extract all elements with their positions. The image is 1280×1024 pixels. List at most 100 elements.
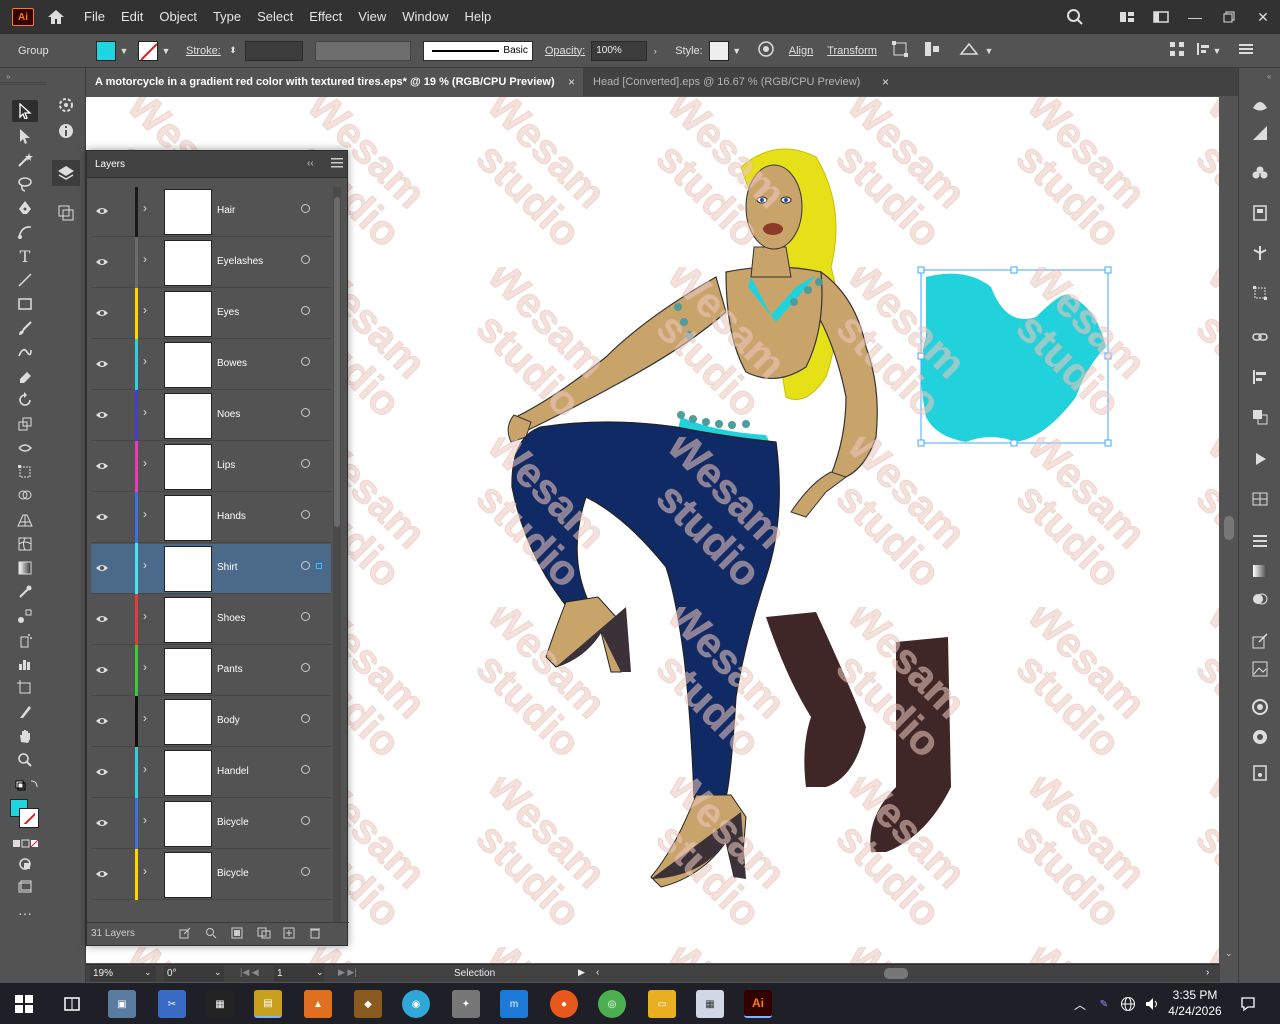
magic-wand-tool-icon[interactable] — [12, 149, 38, 171]
firefox-icon[interactable]: ● — [550, 990, 578, 1018]
pen-tool-icon[interactable] — [12, 197, 38, 219]
panel-menu-icon[interactable] — [1238, 43, 1253, 58]
home-icon[interactable] — [46, 7, 66, 27]
transform-link[interactable]: Transform — [827, 45, 877, 57]
libraries-panel-icon[interactable] — [1247, 200, 1273, 226]
chevron-down-icon[interactable]: ⌄ — [214, 967, 222, 983]
tab-motorcycle-document[interactable]: A motorcycle in a gradient red color wit… — [86, 68, 583, 96]
media-player-icon[interactable]: ◉ — [402, 990, 430, 1018]
selection-tool-icon[interactable] — [12, 100, 38, 122]
target-circle-icon[interactable] — [301, 459, 310, 468]
layers-panel-icon[interactable] — [52, 160, 80, 186]
chevron-right-icon[interactable]: › — [143, 507, 155, 523]
layer-name[interactable]: Eyes — [217, 307, 239, 318]
opacity-field[interactable]: 100% — [591, 40, 648, 61]
visibility-eye-icon[interactable] — [95, 306, 109, 320]
gimp-icon[interactable]: ◆ — [354, 990, 382, 1018]
stroke-panel-icon[interactable] — [1247, 528, 1273, 554]
links-panel-icon[interactable] — [1247, 324, 1273, 350]
free-transform-tool-icon[interactable] — [12, 461, 38, 483]
align-menu-icon[interactable] — [1195, 41, 1211, 60]
status-menu-icon[interactable]: ▶ — [578, 967, 585, 983]
file-explorer-icon[interactable]: ▭ — [648, 990, 676, 1018]
brush-definition-field[interactable]: Basic — [422, 40, 533, 61]
layer-row[interactable]: › Shirt — [91, 543, 331, 594]
artboard-tool-icon[interactable] — [12, 677, 38, 699]
layer-row[interactable]: › Body — [91, 696, 331, 747]
info-icon[interactable] — [54, 120, 78, 142]
stroke-label[interactable]: Stroke: — [186, 45, 221, 57]
search-icon[interactable] — [1058, 0, 1092, 34]
chevron-down-icon[interactable]: ▼ — [731, 45, 743, 57]
stroke-swatch[interactable] — [138, 40, 158, 61]
layer-name[interactable]: Body — [217, 715, 240, 726]
target-circle-icon[interactable] — [301, 306, 310, 315]
new-sublayer-icon[interactable] — [257, 927, 271, 942]
visibility-eye-icon[interactable] — [95, 663, 109, 677]
isolate-icon[interactable] — [959, 40, 981, 61]
symbols-panel-icon[interactable] — [1247, 160, 1273, 186]
rectangle-tool-icon[interactable] — [12, 293, 38, 315]
chevron-down-icon[interactable]: ▼ — [983, 45, 995, 57]
vertical-scrollbar[interactable]: ⌄ — [1220, 96, 1238, 964]
chevron-right-icon[interactable]: › — [143, 609, 155, 625]
task-view-icon[interactable] — [58, 990, 86, 1018]
rotate-tool-icon[interactable] — [12, 389, 38, 411]
layer-name[interactable]: Bowes — [217, 358, 247, 369]
shaper-tool-icon[interactable] — [12, 341, 38, 363]
target-circle-icon[interactable] — [301, 867, 310, 876]
target-circle-icon[interactable] — [301, 255, 310, 264]
mail-app-icon[interactable]: m — [500, 990, 528, 1018]
swatches-panel-icon[interactable] — [1247, 486, 1273, 512]
layer-name[interactable]: Eyelashes — [217, 256, 263, 267]
draw-mode-icon[interactable] — [12, 853, 38, 875]
layer-name[interactable]: Handel — [217, 766, 249, 777]
target-circle-icon[interactable] — [301, 408, 310, 417]
locate-object-icon[interactable] — [205, 927, 217, 942]
chevron-right-icon[interactable]: › — [143, 252, 155, 268]
layer-row[interactable]: › Noes — [91, 390, 331, 441]
lasso-tool-icon[interactable] — [12, 173, 38, 195]
properties-panel-icon[interactable] — [54, 94, 78, 116]
notifications-icon[interactable] — [1234, 990, 1262, 1018]
visibility-eye-icon[interactable] — [95, 459, 109, 473]
photos-app-icon[interactable]: ▣ — [108, 990, 136, 1018]
hand-tool-icon[interactable] — [12, 725, 38, 747]
layer-name[interactable]: Noes — [217, 409, 240, 420]
document-info-icon[interactable] — [1247, 760, 1273, 786]
chevron-down-icon[interactable]: ▼ — [160, 45, 172, 57]
target-circle-icon[interactable] — [301, 204, 310, 213]
appearance-panel-icon[interactable] — [1247, 694, 1273, 720]
color-mode-icons[interactable] — [12, 833, 38, 855]
perspective-grid-tool-icon[interactable] — [12, 509, 38, 531]
fill-color-swatch[interactable] — [96, 40, 116, 61]
chevron-right-icon[interactable]: › — [143, 864, 155, 880]
layer-name[interactable]: Shirt — [217, 562, 238, 573]
chevron-right-icon[interactable]: › — [649, 45, 661, 57]
menu-effect[interactable]: Effect — [301, 0, 350, 34]
chevron-down-icon[interactable]: ▼ — [118, 45, 130, 57]
close-tab-icon[interactable]: × — [882, 68, 889, 96]
close-icon[interactable]: ✕ — [1246, 0, 1280, 34]
chevron-right-icon[interactable]: › — [143, 456, 155, 472]
transform-panel-icon[interactable] — [1247, 280, 1273, 306]
chevron-right-icon[interactable]: › — [143, 711, 155, 727]
export-icon[interactable] — [179, 927, 191, 942]
menu-window[interactable]: Window — [394, 0, 456, 34]
distribute-icon[interactable] — [1169, 41, 1185, 60]
visibility-eye-icon[interactable] — [95, 408, 109, 422]
paint-app-icon[interactable]: ▦ — [696, 990, 724, 1018]
scroll-left-icon[interactable]: ‹ — [596, 967, 599, 983]
target-circle-icon[interactable] — [301, 561, 310, 570]
layer-row[interactable]: › Shoes — [91, 594, 331, 645]
paintbrush-tool-icon[interactable] — [12, 317, 38, 339]
last-artboard-icon[interactable]: ▶ ▶| — [338, 967, 357, 983]
eraser-tool-icon[interactable] — [12, 365, 38, 387]
layer-name[interactable]: Hands — [217, 511, 246, 522]
type-tool-icon[interactable]: T — [12, 245, 38, 267]
new-layer-icon[interactable] — [283, 927, 295, 942]
layer-row[interactable]: › Eyelashes — [91, 237, 331, 288]
target-circle-icon[interactable] — [301, 510, 310, 519]
active-app-icon[interactable]: ▤ — [254, 990, 282, 1018]
target-circle-icon[interactable] — [301, 765, 310, 774]
